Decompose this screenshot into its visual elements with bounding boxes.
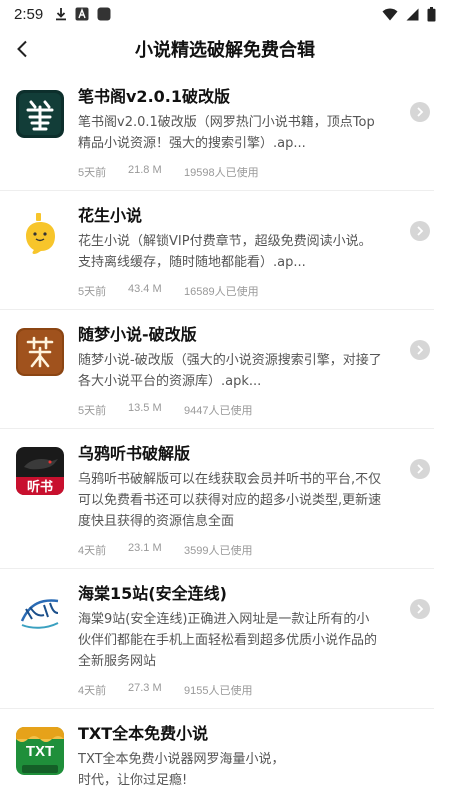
back-button[interactable] bbox=[2, 29, 42, 69]
app-square-icon bbox=[97, 7, 111, 21]
list-item[interactable]: 听书 乌鸦听书破解版 乌鸦听书破解版可以在线获取会员并听书的平台,不仅可以免费看… bbox=[0, 429, 434, 569]
status-system-icons bbox=[382, 6, 436, 22]
app-icon-text: TXT bbox=[25, 743, 55, 760]
item-size: 13.5 M bbox=[128, 402, 162, 414]
item-size: 23.1 M bbox=[128, 542, 162, 554]
list-item[interactable]: 随梦小说-破改版 随梦小说-破改版（强大的小说资源搜索引擎，对接了各大小说平台的… bbox=[0, 310, 434, 429]
haitang-icon bbox=[16, 587, 64, 635]
status-bar: 2:59 bbox=[0, 0, 450, 28]
app-icon-text: 听书 bbox=[26, 480, 53, 495]
item-users: 9447人已使用 bbox=[184, 405, 253, 417]
item-title: 海棠15站(安全连线) bbox=[78, 584, 227, 603]
item-days: 5天前 bbox=[78, 167, 107, 179]
item-meta: 5天前 43.4 M 16589人已使用 bbox=[78, 273, 382, 309]
item-meta: 4天前 23.1 M 3599人已使用 bbox=[78, 532, 382, 568]
bishuge-icon bbox=[16, 90, 64, 138]
wifi-icon bbox=[382, 8, 398, 20]
chevron-right-icon[interactable] bbox=[410, 459, 430, 479]
item-users: 16589人已使用 bbox=[184, 286, 259, 298]
item-days: 4天前 bbox=[78, 545, 107, 557]
item-description: TXT全本免费小说器网罗海量小说， 时代，让你过足瘾! bbox=[78, 752, 285, 788]
item-size: 21.8 M bbox=[128, 164, 162, 176]
app-a-icon bbox=[75, 7, 89, 21]
item-title: 随梦小说-破改版 bbox=[78, 325, 197, 344]
list-item[interactable]: 花生小说 花生小说（解锁VIP付费章节，超级免费阅读小说。支持离线缓存，随时随地… bbox=[0, 191, 434, 310]
battery-icon bbox=[427, 6, 436, 21]
item-size: 43.4 M bbox=[128, 283, 162, 295]
item-size: 27.3 M bbox=[128, 682, 162, 694]
item-meta: 4天前 27.3 M 9155人已使用 bbox=[78, 672, 382, 708]
item-description: 乌鸦听书破解版可以在线获取会员并听书的平台,不仅可以免费看书还可以获得对应的超多… bbox=[78, 472, 382, 529]
list-item[interactable]: TXT TXT全本免费小说 TXT全本免费小说器网罗海量小说， 时代，让你过足瘾… bbox=[0, 709, 434, 791]
chevron-right-icon[interactable] bbox=[410, 340, 430, 360]
item-description: 花生小说（解锁VIP付费章节，超级免费阅读小说。支持离线缓存，随时随地都能看）.… bbox=[78, 234, 372, 270]
list-item[interactable]: 笔书阁v2.0.1破改版 笔书阁v2.0.1破改版（网罗热门小说书籍，顶点Top… bbox=[0, 72, 434, 191]
item-days: 5天前 bbox=[78, 405, 107, 417]
item-title: 花生小说 bbox=[78, 206, 143, 225]
item-description: 笔书阁v2.0.1破改版（网罗热门小说书籍，顶点Top精品小说资源！强大的搜索引… bbox=[78, 115, 375, 151]
item-meta: 5天前 13.5 M 9447人已使用 bbox=[78, 392, 382, 428]
txt-icon: TXT bbox=[16, 727, 64, 775]
item-title: TXT全本免费小说 bbox=[78, 724, 209, 743]
page-header: 小说精选破解免费合辑 bbox=[0, 28, 450, 70]
chevron-right-icon[interactable] bbox=[410, 102, 430, 122]
signal-icon bbox=[406, 8, 419, 20]
item-users: 19598人已使用 bbox=[184, 167, 259, 179]
item-title: 笔书阁v2.0.1破改版 bbox=[78, 87, 230, 106]
item-meta: 5天前 21.8 M 19598人已使用 bbox=[78, 154, 382, 190]
item-users: 9155人已使用 bbox=[184, 685, 253, 697]
list-item[interactable]: 海棠15站(安全连线) 海棠9站(安全连线)正确进入网址是一款让所有的小伙伴们都… bbox=[0, 569, 434, 709]
status-notification-icons bbox=[55, 7, 111, 21]
item-description: 海棠9站(安全连线)正确进入网址是一款让所有的小伙伴们都能在手机上面轻松看到超多… bbox=[78, 612, 378, 669]
chevron-right-icon[interactable] bbox=[410, 599, 430, 619]
item-days: 4天前 bbox=[78, 685, 107, 697]
download-icon bbox=[56, 8, 67, 21]
item-title: 乌鸦听书破解版 bbox=[78, 444, 191, 463]
app-list: 笔书阁v2.0.1破改版 笔书阁v2.0.1破改版（网罗热门小说书籍，顶点Top… bbox=[0, 72, 450, 800]
chevron-right-icon[interactable] bbox=[410, 221, 430, 241]
item-days: 5天前 bbox=[78, 286, 107, 298]
status-time: 2:59 bbox=[14, 5, 44, 23]
huasheng-icon bbox=[16, 209, 64, 257]
chevron-left-icon bbox=[17, 40, 27, 58]
wuya-icon: 听书 bbox=[16, 447, 64, 495]
suimeng-icon bbox=[16, 328, 64, 376]
item-description: 随梦小说-破改版（强大的小说资源搜索引擎，对接了各大小说平台的资源库）.apk.… bbox=[78, 353, 382, 389]
page-title: 小说精选破解免费合辑 bbox=[135, 40, 315, 61]
item-users: 3599人已使用 bbox=[184, 545, 253, 557]
